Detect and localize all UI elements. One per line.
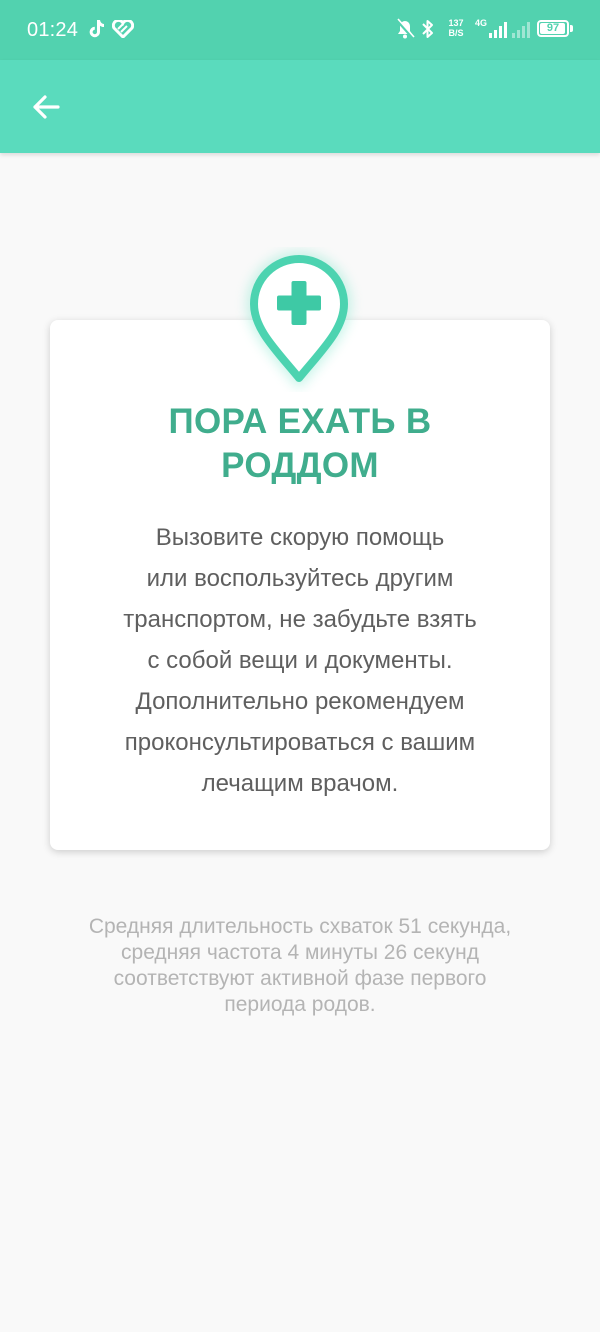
card-message-line: Вызовите скорую помощь xyxy=(155,524,445,551)
card-message-line: лечащим врачом. xyxy=(201,770,399,797)
status-time: 01:24 xyxy=(27,19,79,41)
signal-icon xyxy=(489,22,530,38)
network-speed: 137 B/S xyxy=(444,18,468,38)
card-message: Вызовите скорую помощь или воспользуйтес… xyxy=(80,517,520,804)
summary-line: периода родов. xyxy=(224,993,376,1016)
contraction-summary: Средняя длительность схваток 51 секунда,… xyxy=(40,914,560,1018)
heart-app-icon xyxy=(112,20,134,38)
card-message-line: проконсультироваться с вашим xyxy=(124,729,476,756)
bell-muted-icon xyxy=(395,18,415,39)
card-title-line: ПОРА ЕХАТЬ В xyxy=(168,402,432,441)
back-button[interactable] xyxy=(22,82,72,132)
card-message-line: транспортом, не забудьте взять xyxy=(123,606,477,633)
battery-tip xyxy=(570,25,573,32)
card-message-line: с собой вещи и документы. xyxy=(147,647,453,674)
summary-line: соответствуют активной фазе первого xyxy=(113,967,487,990)
tiktok-icon xyxy=(89,20,104,38)
card-title: ПОРА ЕХАТЬ В РОДДОМ xyxy=(50,400,550,488)
card-title-line: РОДДОМ xyxy=(221,446,379,485)
bluetooth-icon xyxy=(422,20,433,38)
status-bar: 01:24 137 B/S 4G 97 xyxy=(0,0,600,60)
card-message-line: или воспользуйтесь другим xyxy=(146,565,454,592)
alert-card: ПОРА ЕХАТЬ В РОДДОМ Вызовите скорую помо… xyxy=(50,320,550,850)
network-speed-value: 137 xyxy=(448,18,464,28)
summary-line: Средняя длительность схваток 51 секунда, xyxy=(88,915,512,938)
toolbar xyxy=(0,60,600,153)
card-message-line: Дополнительно рекомендуем xyxy=(135,688,465,715)
network-speed-unit: B/S xyxy=(448,28,464,38)
battery-icon: 97 xyxy=(537,20,569,37)
summary-line: средняя частота 4 минуты 26 секунд xyxy=(121,941,479,964)
battery-level: 97 xyxy=(546,22,560,34)
arrow-left-icon xyxy=(33,95,60,119)
medical-location-pin-icon xyxy=(246,252,352,390)
